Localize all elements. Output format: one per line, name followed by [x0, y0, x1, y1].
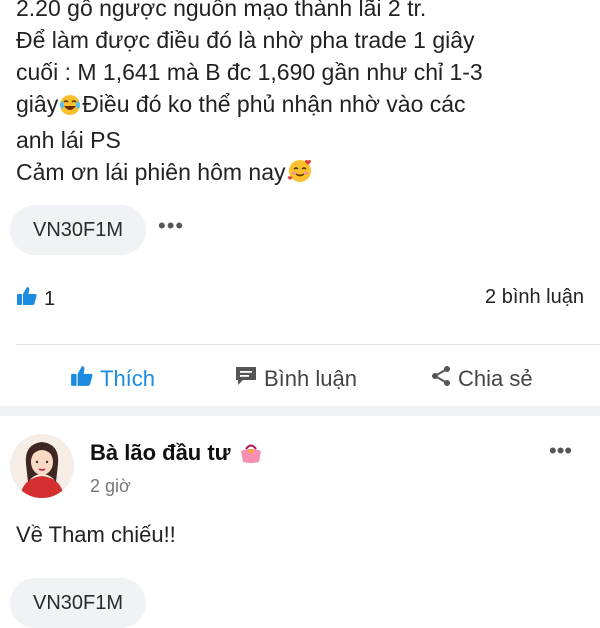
tears-of-joy-emoji — [59, 92, 81, 124]
comment-count-link[interactable]: 2 bình luận — [485, 286, 584, 309]
author-name-text: Bà lão đầu tư — [90, 440, 231, 465]
post-line: giây — [16, 91, 59, 117]
post-line: Cảm ơn lái phiên hôm nay — [16, 159, 286, 185]
post-line-with-emoji: giây Điều đó ko thể phủ nhận nhờ vào các — [16, 88, 586, 124]
divider — [16, 344, 600, 345]
share-label: Chia sẻ — [458, 366, 533, 391]
post-line: 2.20 gồ ngược nguồn mạo thành lãi 2 tr. — [16, 0, 427, 21]
post-line: Để làm được điều đó là nhờ pha trade 1 g… — [16, 27, 475, 53]
avatar[interactable] — [10, 434, 74, 498]
action-bar: Thích Bình luận Chia sẻ — [0, 355, 600, 401]
post-time: 2 giờ — [90, 476, 131, 496]
more-options-button[interactable]: ••• — [158, 215, 184, 237]
share-button[interactable]: Chia sẻ — [430, 365, 533, 393]
smiling-hearts-emoji — [287, 158, 313, 192]
post-line: cuối : M 1,641 mà B đc 1,690 gần như chỉ… — [16, 59, 483, 85]
like-summary[interactable]: 1 — [16, 286, 55, 312]
like-count: 1 — [44, 287, 56, 310]
post-menu-button[interactable]: ••• — [549, 440, 572, 462]
post-line-with-emoji: Cảm ơn lái phiên hôm nay — [16, 156, 586, 192]
post-body: 2.20 gồ ngược nguồn mạo thành lãi 2 tr. … — [16, 0, 586, 192]
post-line: anh lái PS — [16, 127, 121, 153]
comment-button[interactable]: Bình luận — [234, 365, 357, 393]
tag-chip[interactable]: VN30F1M — [10, 578, 146, 628]
share-icon — [430, 365, 452, 393]
next-post-body: Về Tham chiếu!! — [16, 522, 176, 547]
like-button[interactable]: Thích — [70, 365, 155, 393]
purse-emoji — [238, 442, 264, 470]
author-name[interactable]: Bà lão đầu tư — [90, 440, 265, 470]
thumbs-up-icon — [70, 365, 94, 393]
tag-chip[interactable]: VN30F1M — [10, 205, 146, 255]
thumbs-up-icon — [16, 286, 38, 312]
comment-bubble-icon — [234, 365, 258, 393]
comment-label: Bình luận — [264, 366, 357, 391]
post-line: Điều đó ko thể phủ nhận nhờ vào các — [82, 91, 466, 117]
like-label: Thích — [100, 366, 156, 391]
post-separator — [0, 406, 600, 416]
